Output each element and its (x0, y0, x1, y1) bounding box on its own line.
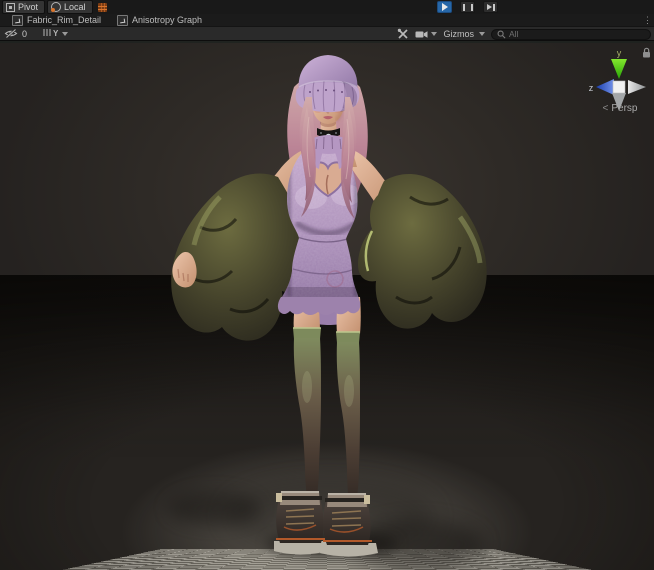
transport-controls (437, 1, 498, 13)
character-model[interactable] (160, 47, 500, 562)
left-stocking-band (293, 328, 321, 339)
grid-snap-icon[interactable] (97, 2, 107, 12)
tab-label: Fabric_Rim_Detail (27, 15, 102, 25)
left-stocking (293, 338, 321, 497)
pivot-toggle-button[interactable]: Pivot (2, 0, 46, 14)
step-icon (486, 3, 495, 11)
kebab-menu-icon[interactable]: ⋮ (643, 14, 652, 27)
tab-label: Anisotropy Graph (132, 15, 203, 25)
axis-y-label: y (617, 48, 622, 58)
right-sneaker (320, 493, 378, 557)
left-sneaker (274, 491, 328, 555)
pivot-label: Pivot (18, 2, 39, 12)
scene-viewport[interactable]: y z < Persp (0, 41, 654, 570)
main-toolbar: Pivot Local (0, 0, 654, 14)
chevron-down-icon[interactable] (62, 31, 69, 36)
pivot-icon (6, 2, 15, 12)
graph-asset-icon (117, 14, 129, 26)
gizmo-center-cube[interactable] (612, 80, 626, 94)
play-icon (441, 3, 448, 11)
grid-axis-label: Y (53, 29, 59, 38)
right-stocking-band (336, 332, 360, 343)
axis-z-cone[interactable] (596, 79, 614, 95)
scene-search-input[interactable]: All (491, 28, 651, 40)
grid-lines-icon (43, 29, 51, 36)
axis-z-label: z (589, 83, 594, 93)
tab-fabric-rim-detail[interactable]: Fabric_Rim_Detail (4, 14, 109, 27)
graph-asset-icon (12, 14, 23, 26)
local-rotation-icon (51, 2, 62, 12)
camera-view-icon (415, 30, 428, 38)
projection-toggle[interactable]: < Persp (584, 103, 654, 114)
chevron-down-icon (431, 32, 438, 36)
local-toggle-button[interactable]: Local (47, 0, 93, 14)
scene-visibility-eye-icon[interactable] (4, 28, 18, 39)
search-value: All (509, 29, 519, 39)
lock-icon[interactable] (643, 47, 650, 58)
gizmos-label: Gizmos (443, 29, 474, 39)
unity-editor-window: Pivot Local Fabric_Rim_Detail Anisotropy… (0, 0, 654, 570)
tab-anisotropy-graph[interactable]: Anisotropy Graph (109, 14, 210, 27)
step-button[interactable] (483, 1, 498, 13)
hidden-objects-count: 0 (22, 28, 28, 39)
projection-arrow-icon: < (602, 103, 609, 114)
play-button[interactable] (437, 1, 452, 13)
scene-view-toolbar: 0 Y Gizmos All (0, 27, 654, 41)
component-tools-icon[interactable] (397, 28, 409, 40)
chevron-down-icon (479, 32, 485, 36)
pause-button[interactable] (460, 1, 475, 13)
grid-visibility-icon[interactable]: Y (43, 29, 58, 38)
axis-x-cone[interactable] (628, 80, 646, 94)
jacket-right-sleeve (358, 174, 487, 329)
local-label: Local (64, 2, 86, 12)
gizmos-dropdown[interactable]: Gizmos (443, 29, 485, 39)
axis-y-cone[interactable] (611, 59, 627, 79)
search-icon (497, 30, 506, 38)
projection-label: Persp (611, 103, 638, 114)
camera-view-dropdown[interactable] (415, 30, 438, 39)
pause-icon (462, 3, 473, 11)
tab-bar: Fabric_Rim_Detail Anisotropy Graph ⋮ (0, 14, 654, 27)
right-stocking (336, 342, 360, 499)
viewport-top-edge (0, 41, 654, 43)
